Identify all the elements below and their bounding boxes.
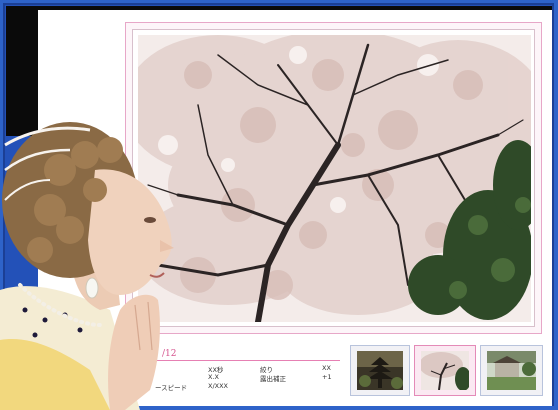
exposure-comp-value: +1 bbox=[322, 373, 332, 381]
iso-value: X.X bbox=[208, 373, 219, 381]
pagoda-thumbnail-image bbox=[357, 351, 403, 390]
cherry-tree-thumbnail-image bbox=[421, 351, 469, 390]
exposure-comp-label: 露出補正 bbox=[260, 375, 286, 383]
aperture-value: XX bbox=[322, 364, 331, 372]
portrait-woman-illustration bbox=[0, 122, 174, 410]
thumbnail-pagoda[interactable] bbox=[350, 345, 410, 396]
thumbnail-cherry-tree[interactable] bbox=[414, 345, 476, 396]
shrine-garden-thumbnail-image bbox=[487, 351, 536, 390]
thumbnail-shrine-garden[interactable] bbox=[480, 345, 543, 396]
shutter-speed-value: X/XXX bbox=[208, 382, 229, 390]
top-dark-bar bbox=[6, 6, 552, 10]
